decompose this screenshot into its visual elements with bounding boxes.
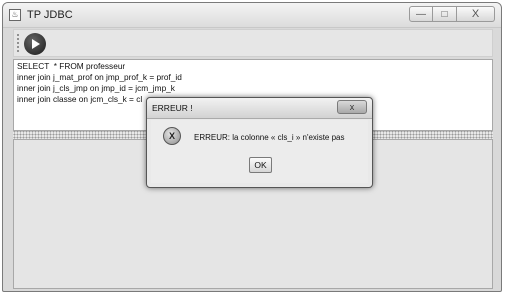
ok-label: OK xyxy=(254,160,267,170)
title-bar[interactable]: ♨ TP JDBC — □ X xyxy=(3,3,501,28)
window-title: TP JDBC xyxy=(27,9,73,21)
dialog-title: ERREUR ! xyxy=(152,103,193,113)
maximize-button[interactable]: □ xyxy=(433,6,457,22)
close-icon: X xyxy=(471,8,480,20)
dialog-title-bar[interactable]: ERREUR ! x xyxy=(147,98,372,119)
dialog-close-button[interactable]: x xyxy=(337,100,367,114)
error-message: ERREUR: la colonne « cls_i » n'existe pa… xyxy=(194,133,345,142)
window-controls: — □ X xyxy=(409,6,495,24)
close-icon: x xyxy=(349,102,355,112)
toolbar-grip[interactable] xyxy=(16,33,20,53)
minimize-icon: — xyxy=(416,8,426,20)
close-button[interactable]: X xyxy=(457,6,495,22)
toolbar xyxy=(13,29,493,57)
java-app-icon: ♨ xyxy=(9,9,21,21)
maximize-icon: □ xyxy=(441,8,448,20)
error-dialog: ERREUR ! x X ERREUR: la colonne « cls_i … xyxy=(146,97,373,188)
ok-button[interactable]: OK xyxy=(249,157,272,173)
dialog-body: X ERREUR: la colonne « cls_i » n'existe … xyxy=(151,120,368,183)
play-icon xyxy=(32,39,40,49)
error-icon: X xyxy=(163,127,181,145)
minimize-button[interactable]: — xyxy=(409,6,433,22)
run-query-button[interactable] xyxy=(24,33,46,55)
